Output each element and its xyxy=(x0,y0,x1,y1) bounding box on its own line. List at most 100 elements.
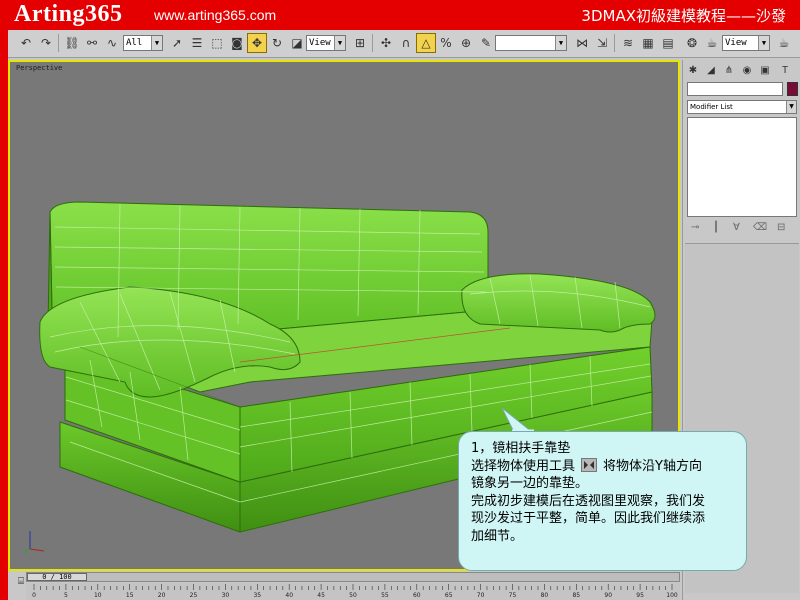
callout-step-title: 1，镜相扶手靠垫 xyxy=(471,441,571,456)
ruler-label: 45 xyxy=(317,592,325,599)
create-tab-icon[interactable]: ✱ xyxy=(685,62,701,78)
ruler-label: 65 xyxy=(445,592,453,599)
spinner-snap-icon[interactable]: ⊕ xyxy=(456,33,476,53)
ruler-label: 80 xyxy=(541,592,549,599)
callout-text: 选择物体使用工具 xyxy=(471,458,576,474)
ruler-label: 60 xyxy=(413,592,421,599)
ruler-label: 85 xyxy=(572,592,580,599)
mirror-tool-icon xyxy=(581,457,598,472)
render-scene-icon[interactable]: ☕ xyxy=(702,33,722,53)
modifier-list-label: Modifier List xyxy=(690,103,733,111)
ref-coord-value: View xyxy=(309,38,331,48)
modifier-list-dropdown[interactable]: Modifier List ▼ xyxy=(687,100,797,114)
rect-selection-icon[interactable]: ⬚ xyxy=(207,33,227,53)
ruler-label: 70 xyxy=(477,592,485,599)
link-icon[interactable]: ⛓ xyxy=(62,33,82,53)
snap-toggle-icon[interactable]: ∩ xyxy=(396,33,416,53)
select-by-name-icon[interactable]: ☰ xyxy=(187,33,207,53)
ruler-label: 15 xyxy=(126,592,134,599)
remove-modifier-icon[interactable]: ⌫ xyxy=(753,222,767,233)
track-bar-toggle-icon[interactable]: ⌸ xyxy=(18,576,24,587)
selection-filter-value: All xyxy=(126,38,143,48)
ruler-label: 90 xyxy=(604,592,612,599)
angle-snap-icon[interactable]: △ xyxy=(416,33,436,53)
make-unique-icon[interactable]: ∀ xyxy=(733,222,740,233)
time-slider[interactable]: 0 / 100 xyxy=(26,572,680,582)
display-tab-icon[interactable]: ▣ xyxy=(757,62,773,78)
ruler-label: 20 xyxy=(158,592,166,599)
pin-stack-icon[interactable]: ⊸ xyxy=(691,222,699,233)
ruler-label: 75 xyxy=(509,592,517,599)
ruler-label: 35 xyxy=(253,592,261,599)
curve-editor-icon[interactable]: ▦ xyxy=(638,33,658,53)
select-object-icon[interactable]: ➚ xyxy=(167,33,187,53)
toolbar-separator xyxy=(58,34,59,52)
named-selection-dropdown[interactable]: ▼ xyxy=(495,35,567,51)
callout-text: 将物体沿Y轴方向 xyxy=(603,458,702,474)
track-bar[interactable]: 0 5 10 15 20 25 30 35 40 45 50 55 60 65 70 75 80 85 90 95 10… xyxy=(26,583,680,600)
material-editor-icon[interactable]: ❂ xyxy=(682,33,702,53)
render-type-value: View xyxy=(725,38,747,48)
ref-coord-dropdown[interactable]: View ▼ xyxy=(306,35,346,51)
ruler-label: 10 xyxy=(94,592,102,599)
chevron-down-icon: ▼ xyxy=(758,36,769,50)
axis-tripod-icon xyxy=(23,531,45,554)
named-selection-edit-icon[interactable]: ✎ xyxy=(476,33,496,53)
selection-filter-dropdown[interactable]: All ▼ xyxy=(123,35,163,51)
callout-line: 现沙发过于平整，简单。因此我们继续添 xyxy=(471,511,706,527)
callout-line: 完成初步建模后在透视图里观察，我们发 xyxy=(471,493,706,509)
callout-line: 镜象另一边的靠垫。 xyxy=(471,476,589,492)
object-color-swatch[interactable] xyxy=(787,82,798,96)
chevron-down-icon: ▼ xyxy=(786,101,796,113)
bind-spacewarp-icon[interactable]: ∿ xyxy=(102,33,122,53)
time-slider-thumb[interactable]: 0 / 100 xyxy=(27,573,87,581)
select-manipulate-icon[interactable]: ✣ xyxy=(376,33,396,53)
track-ruler: 0 5 10 15 20 25 30 35 40 45 50 55 60 65 70 75 80 85 90 95 10… xyxy=(32,584,678,599)
render-type-dropdown[interactable]: View ▼ xyxy=(722,35,770,51)
command-panel-tabs: ✱ ◢ ⋔ ◉ ▣ T xyxy=(683,60,800,80)
undo-icon[interactable]: ↶ xyxy=(16,33,36,53)
toolbar-separator xyxy=(372,34,373,52)
chevron-down-icon: ▼ xyxy=(151,36,162,50)
brand-logo-text: Arting365 xyxy=(14,1,123,27)
ruler-label: 5 xyxy=(64,592,68,599)
ruler-label: 30 xyxy=(222,592,230,599)
unlink-icon[interactable]: ⚯ xyxy=(82,33,102,53)
modifier-stack[interactable] xyxy=(687,117,797,217)
tutorial-callout: 1，镜相扶手靠垫 选择物体使用工具 将物体沿Y轴方向 镜象另一边的靠垫。 完成初步… xyxy=(458,431,747,571)
motion-tab-icon[interactable]: ◉ xyxy=(739,62,755,78)
redo-icon[interactable]: ↷ xyxy=(36,33,56,53)
callout-line: 选择物体使用工具 将物体沿Y轴方向 xyxy=(471,457,736,476)
ruler-label: 50 xyxy=(349,592,357,599)
ruler-label: 95 xyxy=(636,592,644,599)
hierarchy-tab-icon[interactable]: ⋔ xyxy=(721,62,737,78)
percent-snap-icon[interactable]: % xyxy=(436,33,456,53)
move-icon[interactable]: ✥ xyxy=(247,33,267,53)
mirror-icon[interactable]: ⋈ xyxy=(572,33,592,53)
quick-render-icon[interactable]: ☕ xyxy=(774,33,794,53)
chevron-down-icon: ▼ xyxy=(334,36,345,50)
scale-icon[interactable]: ◪ xyxy=(287,33,307,53)
modify-tab-icon[interactable]: ◢ xyxy=(703,62,719,78)
toolbar-separator xyxy=(614,34,615,52)
layer-manager-icon[interactable]: ≋ xyxy=(618,33,638,53)
ruler-label: 0 xyxy=(32,592,36,599)
configure-sets-icon[interactable]: ⊟ xyxy=(777,222,785,233)
align-icon[interactable]: ⇲ xyxy=(592,33,612,53)
object-name-field[interactable] xyxy=(687,82,783,96)
lesson-title: 3DMAX初級建模教程——沙發 xyxy=(581,7,786,25)
stack-toolbar: ⊸ ┃ ∀ ⌫ ⊟ xyxy=(687,220,797,238)
pivot-center-icon[interactable]: ⊞ xyxy=(350,33,370,53)
ruler-label: 55 xyxy=(381,592,389,599)
show-end-result-icon[interactable]: ┃ xyxy=(713,222,719,233)
ruler-label: 100 xyxy=(666,592,678,599)
ruler-label: 40 xyxy=(285,592,293,599)
rotate-icon[interactable]: ↻ xyxy=(267,33,287,53)
window-crossing-icon[interactable]: ◙ xyxy=(227,33,247,53)
main-toolbar: ↶ ↷ ⛓ ⚯ ∿ All ▼ ➚ ☰ ⬚ ◙ ✥ ↻ ◪ View ▼ ⊞ ✣… xyxy=(8,30,800,58)
schematic-view-icon[interactable]: ▤ xyxy=(658,33,678,53)
chevron-down-icon: ▼ xyxy=(555,36,566,50)
banner: Arting365 www.arting365.com 3DMAX初級建模教程—… xyxy=(0,0,800,30)
utilities-tab-icon[interactable]: T xyxy=(777,62,793,78)
site-url: www.arting365.com xyxy=(154,7,277,23)
